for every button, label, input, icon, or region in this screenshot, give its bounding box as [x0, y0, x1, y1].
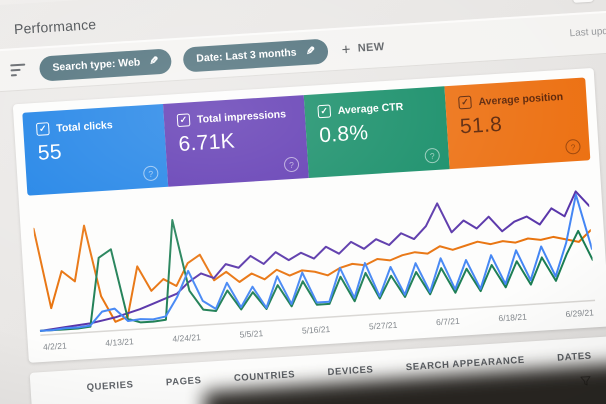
edit-pencil-icon[interactable]: ✎	[305, 45, 315, 58]
metric-checkbox-checked[interactable]: ✓	[176, 113, 191, 128]
new-filter-button[interactable]: + NEW	[341, 38, 385, 59]
check-icon: ✓	[320, 105, 329, 117]
metric-card-average-ctr[interactable]: ✓ Average CTR 0.8%?	[303, 86, 450, 178]
metric-card-header: ✓ Total clicks	[35, 116, 155, 136]
metric-checkbox-checked[interactable]: ✓	[35, 122, 50, 136]
performance-chart-card: ✓ Total clicks 55? ✓ Total impressions 6.71K?…	[12, 67, 606, 363]
filter-chip-label: Date: Last 3 months	[195, 46, 297, 65]
line-series-average-position	[34, 194, 595, 327]
filter-chip-0[interactable]: Search type: Web ✎	[38, 47, 173, 82]
metric-label: Average position	[478, 90, 564, 108]
x-axis-tick-label: 4/24/21	[172, 332, 202, 344]
metric-value: 51.8	[459, 112, 503, 139]
help-icon[interactable]: ?	[565, 138, 581, 155]
metric-card-total-impressions[interactable]: ✓ Total impressions 6.71K?	[162, 95, 309, 187]
metric-card-average-position[interactable]: ✓ Average position 51.8?	[444, 77, 591, 170]
check-icon: ✓	[38, 123, 47, 134]
last-updated-text: Last updated: 5 hour	[569, 23, 606, 40]
metric-card-header: ✓ Average CTR	[317, 98, 436, 119]
metric-value: 55	[37, 140, 63, 165]
x-axis-tick-label: 6/18/21	[498, 311, 528, 324]
metric-card-total-clicks[interactable]: ✓ Total clicks 55?	[22, 103, 169, 196]
metric-label: Total impressions	[196, 107, 287, 126]
help-icon[interactable]: ?	[424, 147, 441, 164]
metric-label: Average CTR	[337, 100, 404, 117]
metric-value: 6.71K	[177, 129, 236, 157]
metric-checkbox-checked[interactable]: ✓	[317, 104, 332, 119]
search-console-screen: Performance Search type: Web ✎ Date: Last …	[0, 0, 606, 404]
filter-chips: Search type: Web ✎ Date: Last 3 months ✎	[38, 38, 329, 82]
x-axis-tick-label: 6/29/21	[565, 307, 595, 320]
check-icon: ✓	[179, 114, 188, 125]
metric-card-header: ✓ Total impressions	[176, 107, 296, 128]
photographed-monitor: Performance Search type: Web ✎ Date: Last …	[0, 0, 606, 404]
edit-pencil-icon[interactable]: ✎	[149, 55, 159, 68]
help-icon[interactable]: ?	[142, 165, 159, 182]
x-axis-tick-label: 4/13/21	[105, 336, 135, 349]
x-axis-tick-label: 5/5/21	[239, 328, 264, 340]
filter-chip-label: Search type: Web	[52, 56, 141, 74]
x-axis-tick-label: 4/2/21	[42, 340, 67, 352]
export-button[interactable]	[572, 0, 594, 3]
plus-icon: +	[341, 40, 352, 59]
help-icon[interactable]: ?	[283, 156, 300, 173]
metric-card-header: ✓ Average position	[458, 89, 577, 110]
x-axis-tick-label: 5/27/21	[368, 319, 398, 332]
page-title: Performance	[13, 16, 97, 38]
metric-label: Total clicks	[55, 118, 113, 135]
filter-lines-icon[interactable]	[10, 63, 26, 77]
new-filter-label: NEW	[357, 40, 385, 55]
x-axis-tick-label: 6/7/21	[435, 315, 460, 328]
x-axis-tick-label: 5/16/21	[301, 323, 331, 336]
metric-value: 0.8%	[318, 121, 369, 148]
check-icon: ✓	[460, 96, 470, 108]
tab-pages[interactable]: PAGES	[166, 375, 202, 388]
tab-dates[interactable]: DATES	[557, 351, 592, 364]
filter-chip-1[interactable]: Date: Last 3 months ✎	[182, 38, 329, 73]
metric-checkbox-checked[interactable]: ✓	[458, 95, 472, 110]
